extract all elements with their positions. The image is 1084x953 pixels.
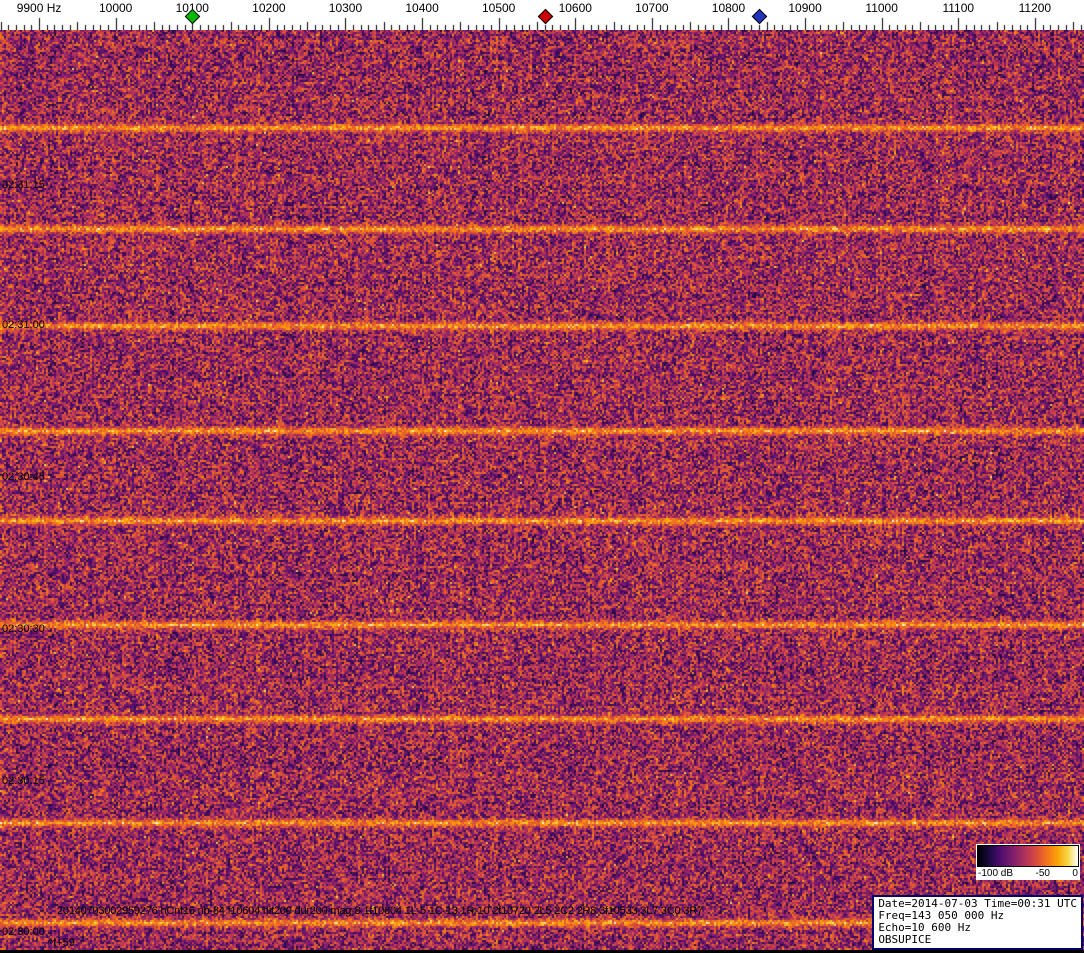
info-station-line: OBSUPICE	[878, 934, 1077, 946]
time-tick-label: 02:30:30	[2, 623, 45, 635]
time-axis-overlay: 20140703002959276 hCnt16 nb-84 f10604 hi…	[0, 0, 1084, 953]
time-tick-label: 02:30:15	[2, 775, 45, 787]
colorbar-labels: -100 dB -50 0	[977, 867, 1079, 879]
detection-annotation: 20140703002959276 hCnt16 nb-84 f10604 hi…	[57, 905, 703, 917]
time-tick-label: 02:30:45	[2, 471, 45, 483]
time-tick-label: 02:31:15	[2, 179, 45, 191]
time-tick-label: 02:30:00	[2, 926, 45, 938]
colorbar-mid-label: -50	[1036, 868, 1050, 879]
colorbar-gradient-icon	[977, 845, 1079, 867]
colorbar-max-label: 0	[1072, 868, 1078, 879]
info-panel: Date=2014-07-03 Time=00:31 UTC Freq=143 …	[872, 895, 1083, 950]
time-tick-label: 02:31:00	[2, 319, 45, 331]
colorbar: -100 dB -50 0	[976, 844, 1080, 880]
colorbar-min-label: -100 dB	[978, 868, 1013, 879]
footer-note: ^t+59	[48, 937, 75, 949]
